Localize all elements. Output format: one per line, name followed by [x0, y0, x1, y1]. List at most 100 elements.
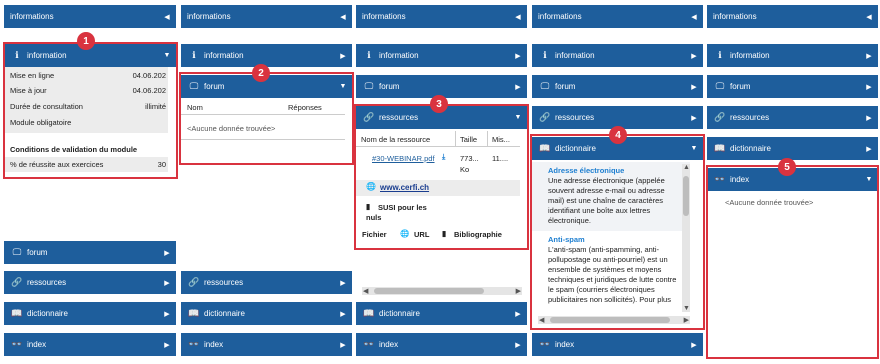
chevron-right-icon[interactable]: ▶	[687, 114, 701, 122]
resources-h-scrollbar[interactable]: ◀ ▶	[362, 287, 522, 295]
collapse-left-arrow-icon[interactable]: ◀	[511, 13, 525, 21]
info-icon: ℹ	[543, 50, 547, 60]
informations-header[interactable]: informations ◀	[532, 5, 703, 28]
callout-3: 3	[430, 95, 448, 113]
forum-label: forum	[379, 82, 400, 91]
ressources-label: ressources	[204, 278, 244, 287]
chevron-right-icon[interactable]: ▶	[862, 114, 876, 122]
collapse-left-arrow-icon[interactable]: ◀	[687, 13, 701, 21]
chevron-right-icon[interactable]: ▶	[511, 83, 525, 91]
information-label: information	[204, 51, 244, 60]
chevron-right-icon[interactable]: ▶	[336, 341, 350, 349]
informations-label: informations	[713, 12, 757, 21]
chevron-right-icon[interactable]: ▶	[160, 279, 174, 287]
glasses-icon: 👓	[539, 339, 551, 349]
info-icon: ℹ	[367, 50, 371, 60]
forum-label: forum	[555, 82, 576, 91]
book-icon: 📖	[363, 308, 375, 318]
forum-header[interactable]: 🖵 forum ▶	[707, 75, 878, 98]
collapse-left-arrow-icon[interactable]: ◀	[336, 13, 350, 21]
index-label: index	[27, 340, 47, 349]
ressources-header[interactable]: 🔗 ressources ▶	[4, 271, 176, 294]
ressources-header[interactable]: 🔗 ressources ▶	[181, 271, 352, 294]
scroll-left-arrow-icon[interactable]: ◀	[363, 287, 368, 295]
chevron-right-icon[interactable]: ▶	[511, 341, 525, 349]
callout-1: 1	[77, 32, 95, 50]
informations-header[interactable]: informations ◀	[707, 5, 878, 28]
dictionnaire-header[interactable]: 📖 dictionnaire ▶	[707, 137, 878, 160]
scroll-thumb[interactable]	[374, 288, 484, 294]
glasses-icon: 👓	[188, 339, 200, 349]
information-header[interactable]: ℹ information ▶	[356, 44, 527, 67]
information-header[interactable]: ℹ information ▶	[707, 44, 878, 67]
monitor-icon: 🖵	[364, 81, 374, 91]
dictionnaire-label: dictionnaire	[204, 309, 245, 318]
dictionnaire-label: dictionnaire	[730, 144, 771, 153]
dictionnaire-header[interactable]: 📖 dictionnaire ▶	[181, 302, 352, 325]
index-label: index	[379, 340, 399, 349]
index-label: index	[555, 340, 575, 349]
chevron-right-icon[interactable]: ▶	[687, 83, 701, 91]
informations-label: informations	[187, 12, 231, 21]
dictionnaire-header[interactable]: 📖 dictionnaire ▶	[4, 302, 176, 325]
chevron-right-icon[interactable]: ▶	[862, 145, 876, 153]
chevron-right-icon[interactable]: ▶	[687, 341, 701, 349]
monitor-icon: 🖵	[715, 81, 725, 91]
monitor-icon: 🖵	[12, 247, 22, 257]
glasses-icon: 👓	[363, 339, 375, 349]
informations-header[interactable]: informations ◀	[181, 5, 352, 28]
collapse-left-arrow-icon[interactable]: ◀	[160, 13, 174, 21]
paperclip-icon: 🔗	[11, 277, 23, 287]
index-header[interactable]: 👓 index ▶	[181, 333, 352, 356]
forum-header[interactable]: 🖵 forum ▶	[532, 75, 703, 98]
chevron-right-icon[interactable]: ▶	[511, 52, 525, 60]
highlight-box-2	[179, 72, 354, 165]
chevron-right-icon[interactable]: ▶	[160, 249, 174, 257]
highlight-box-1	[3, 42, 178, 179]
information-label: information	[379, 51, 419, 60]
forum-header[interactable]: 🖵 forum ▶	[4, 241, 176, 264]
highlight-box-3	[354, 104, 529, 250]
chevron-right-icon[interactable]: ▶	[336, 310, 350, 318]
information-header[interactable]: ℹ information ▶	[532, 44, 703, 67]
info-icon: ℹ	[718, 50, 722, 60]
forum-label: forum	[730, 82, 751, 91]
column-2: informations ◀ ℹ information ▶ 🖵 forum ▼…	[181, 0, 352, 364]
chevron-right-icon[interactable]: ▶	[511, 310, 525, 318]
chevron-right-icon[interactable]: ▶	[336, 52, 350, 60]
information-label: information	[730, 51, 770, 60]
callout-5: 5	[778, 158, 796, 176]
ressources-label: ressources	[730, 113, 770, 122]
forum-label: forum	[27, 248, 48, 257]
chevron-right-icon[interactable]: ▶	[160, 310, 174, 318]
informations-header[interactable]: informations ◀	[4, 5, 176, 28]
collapse-left-arrow-icon[interactable]: ◀	[862, 13, 876, 21]
information-label: information	[555, 51, 595, 60]
informations-header[interactable]: informations ◀	[356, 5, 527, 28]
ressources-header[interactable]: 🔗 ressources ▶	[707, 106, 878, 129]
paperclip-icon: 🔗	[188, 277, 200, 287]
chevron-right-icon[interactable]: ▶	[862, 52, 876, 60]
chevron-right-icon[interactable]: ▶	[160, 341, 174, 349]
index-header[interactable]: 👓 index ▶	[356, 333, 527, 356]
callout-2: 2	[252, 64, 270, 82]
chevron-right-icon[interactable]: ▶	[862, 83, 876, 91]
information-header[interactable]: ℹ information ▶	[181, 44, 352, 67]
callout-4: 4	[609, 126, 627, 144]
index-header[interactable]: 👓 index ▶	[4, 333, 176, 356]
chevron-right-icon[interactable]: ▶	[687, 52, 701, 60]
monitor-icon: 🖵	[540, 81, 550, 91]
ressources-label: ressources	[555, 113, 595, 122]
paperclip-icon: 🔗	[539, 112, 551, 122]
book-icon: 📖	[188, 308, 200, 318]
ressources-label: ressources	[27, 278, 67, 287]
dictionnaire-label: dictionnaire	[379, 309, 420, 318]
dictionnaire-header[interactable]: 📖 dictionnaire ▶	[356, 302, 527, 325]
scroll-right-arrow-icon[interactable]: ▶	[516, 287, 521, 295]
info-icon: ℹ	[192, 50, 196, 60]
chevron-right-icon[interactable]: ▶	[336, 279, 350, 287]
informations-label: informations	[538, 12, 582, 21]
dictionnaire-label: dictionnaire	[27, 309, 68, 318]
index-header[interactable]: 👓 index ▶	[532, 333, 703, 356]
index-label: index	[204, 340, 224, 349]
